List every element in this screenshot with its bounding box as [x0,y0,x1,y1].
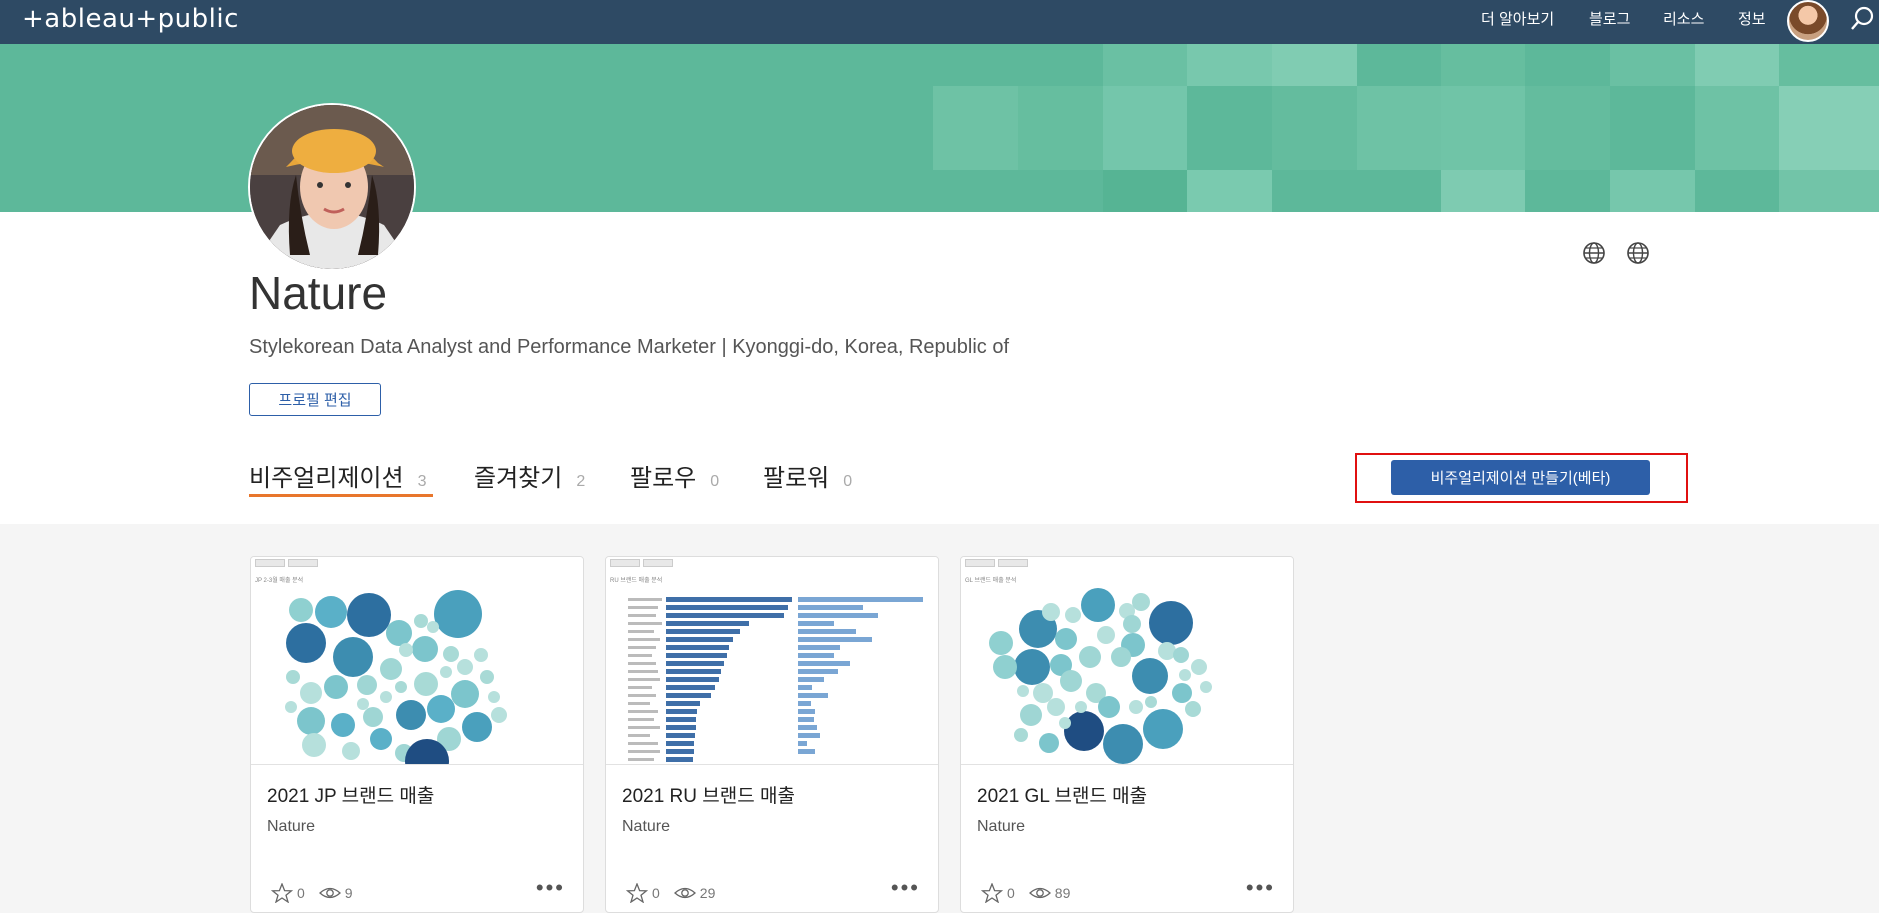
tab-label: 비주얼리제이션 [249,465,404,492]
eye-icon [1028,887,1051,899]
views-count: 89 [1054,885,1071,901]
user-avatar-menu[interactable] [1787,0,1829,42]
tab-favorites[interactable]: 즐겨찾기 2 [474,458,585,493]
tableau-public-logo[interactable]: +ableau+public [22,4,239,34]
eye-icon [673,887,696,899]
viz-stats: 0 29 [626,883,715,903]
views-count: 9 [344,885,353,901]
favorites-count: 0 [297,885,305,901]
tab-label: 팔로워 [763,465,830,492]
star-icon[interactable] [626,883,648,903]
tab-count: 3 [417,473,427,490]
tab-count: 0 [710,473,720,490]
nav-blog[interactable]: 블로그 [1589,8,1630,29]
viz-title[interactable]: 2021 GL 브랜드 매출 [977,781,1147,808]
viz-card[interactable]: RU 브랜드 매출 분석 2021 RU 브랜드 매출 Nature 0 29 … [605,556,939,913]
views-count: 29 [699,885,716,901]
tab-label: 즐겨찾기 [474,465,563,492]
edit-profile-button[interactable]: 프로필 편집 [249,383,381,416]
viz-thumbnail[interactable]: JP 2-3월 매출 분석 [251,557,583,765]
tab-following[interactable]: 팔로우 0 [630,458,719,493]
create-visualization-button[interactable]: 비주얼리제이션 만들기(베타) [1391,460,1650,495]
tab-count: 2 [576,473,586,490]
viz-thumbnail[interactable]: GL 브랜드 매출 분석 [961,557,1293,765]
search-icon[interactable] [1850,4,1879,34]
active-tab-indicator [249,494,433,497]
viz-thumbnail[interactable]: RU 브랜드 매출 분석 [606,557,938,765]
profile-avatar [248,103,416,271]
nav-learn-more[interactable]: 더 알아보기 [1481,8,1554,29]
top-navigation-bar: +ableau+public 더 알아보기 블로그 리소스 정보 [0,0,1879,44]
viz-title[interactable]: 2021 RU 브랜드 매출 [622,781,795,808]
viz-card[interactable]: GL 브랜드 매출 분석 2021 GL 브랜드 매출 Nature 0 89 … [960,556,1294,913]
globe-icon[interactable] [1582,241,1606,265]
tab-count: 0 [843,473,853,490]
profile-bio: Stylekorean Data Analyst and Performance… [249,336,1010,358]
nav-info[interactable]: 정보 [1738,8,1766,29]
viz-title[interactable]: 2021 JP 브랜드 매출 [267,781,434,808]
favorites-count: 0 [1007,885,1015,901]
tab-visualizations[interactable]: 비주얼리제이션 3 [249,458,426,493]
viz-card[interactable]: JP 2-3월 매출 분석 2021 JP 브랜드 매출 Nature 0 9 … [250,556,584,913]
eye-icon [318,887,341,899]
more-options-icon[interactable]: ••• [891,877,920,899]
viz-author[interactable]: Nature [622,818,670,836]
viz-author[interactable]: Nature [977,818,1025,836]
tab-label: 팔로우 [630,465,697,492]
viz-stats: 0 9 [271,883,353,903]
profile-name: Nature [249,267,388,319]
more-options-icon[interactable]: ••• [536,877,565,899]
nav-resources[interactable]: 리소스 [1663,8,1704,29]
star-icon[interactable] [271,883,293,903]
viz-stats: 0 89 [981,883,1070,903]
favorites-count: 0 [652,885,660,901]
tab-followers[interactable]: 팔로워 0 [763,458,852,493]
star-icon[interactable] [981,883,1003,903]
globe-icon[interactable] [1626,241,1650,265]
viz-author[interactable]: Nature [267,818,315,836]
more-options-icon[interactable]: ••• [1246,877,1275,899]
